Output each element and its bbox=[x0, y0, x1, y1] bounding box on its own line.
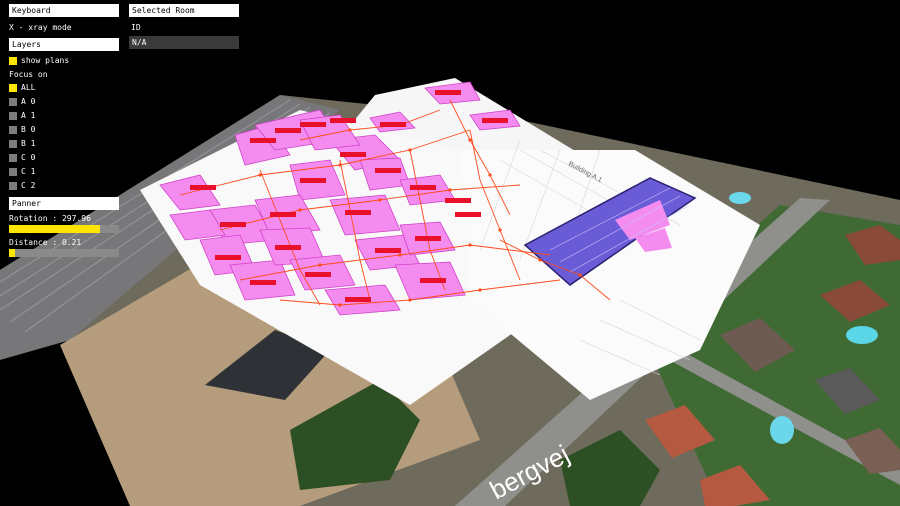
distance-slider[interactable] bbox=[9, 249, 119, 257]
focus-option-c2[interactable]: C 2 bbox=[9, 181, 35, 191]
xray-hint: X - xray mode bbox=[9, 23, 72, 32]
show-plans-toggle[interactable]: show plans bbox=[9, 56, 69, 66]
focus-option-a1[interactable]: A 1 bbox=[9, 111, 35, 121]
focus-checkbox[interactable] bbox=[9, 182, 17, 190]
focus-option-all[interactable]: ALL bbox=[9, 83, 35, 93]
focus-option-label: A 0 bbox=[21, 97, 36, 106]
selected-room-header: Selected Room bbox=[129, 4, 239, 17]
distance-label: Distance : 0.21 bbox=[9, 238, 82, 247]
panner-header: Panner bbox=[9, 197, 119, 210]
show-plans-checkbox[interactable] bbox=[9, 57, 17, 65]
focus-checkbox[interactable] bbox=[9, 84, 17, 92]
focus-option-a0[interactable]: A 0 bbox=[9, 97, 35, 107]
focus-option-label: ALL bbox=[21, 83, 36, 92]
focus-option-label: C 1 bbox=[21, 167, 36, 176]
room-id-label: ID bbox=[131, 23, 141, 32]
focus-checkbox[interactable] bbox=[9, 126, 17, 134]
rotation-slider[interactable] bbox=[9, 225, 119, 233]
focus-option-label: A 1 bbox=[21, 111, 36, 120]
layers-header: Layers bbox=[9, 38, 119, 51]
room-id-value: N/A bbox=[129, 36, 239, 49]
focus-checkbox[interactable] bbox=[9, 140, 17, 148]
focus-option-label: B 1 bbox=[21, 139, 36, 148]
focus-option-c0[interactable]: C 0 bbox=[9, 153, 35, 163]
distance-slider-fill bbox=[9, 249, 15, 257]
show-plans-label: show plans bbox=[21, 56, 70, 65]
rotation-slider-fill bbox=[9, 225, 101, 233]
focus-option-label: B 0 bbox=[21, 125, 36, 134]
focus-option-b1[interactable]: B 1 bbox=[9, 139, 35, 149]
focus-option-label: C 0 bbox=[21, 153, 36, 162]
focus-checkbox[interactable] bbox=[9, 154, 17, 162]
keyboard-header: Keyboard bbox=[9, 4, 119, 17]
focus-checkbox[interactable] bbox=[9, 168, 17, 176]
focus-option-b0[interactable]: B 0 bbox=[9, 125, 35, 135]
map-viewport[interactable]: bergvej Building A.1 bbox=[0, 0, 900, 506]
focus-checkbox[interactable] bbox=[9, 98, 17, 106]
focus-title: Focus on bbox=[9, 70, 48, 79]
rotation-label: Rotation : 297.96 bbox=[9, 214, 91, 223]
focus-checkbox[interactable] bbox=[9, 112, 17, 120]
focus-option-c1[interactable]: C 1 bbox=[9, 167, 35, 177]
focus-option-label: C 2 bbox=[21, 181, 36, 190]
